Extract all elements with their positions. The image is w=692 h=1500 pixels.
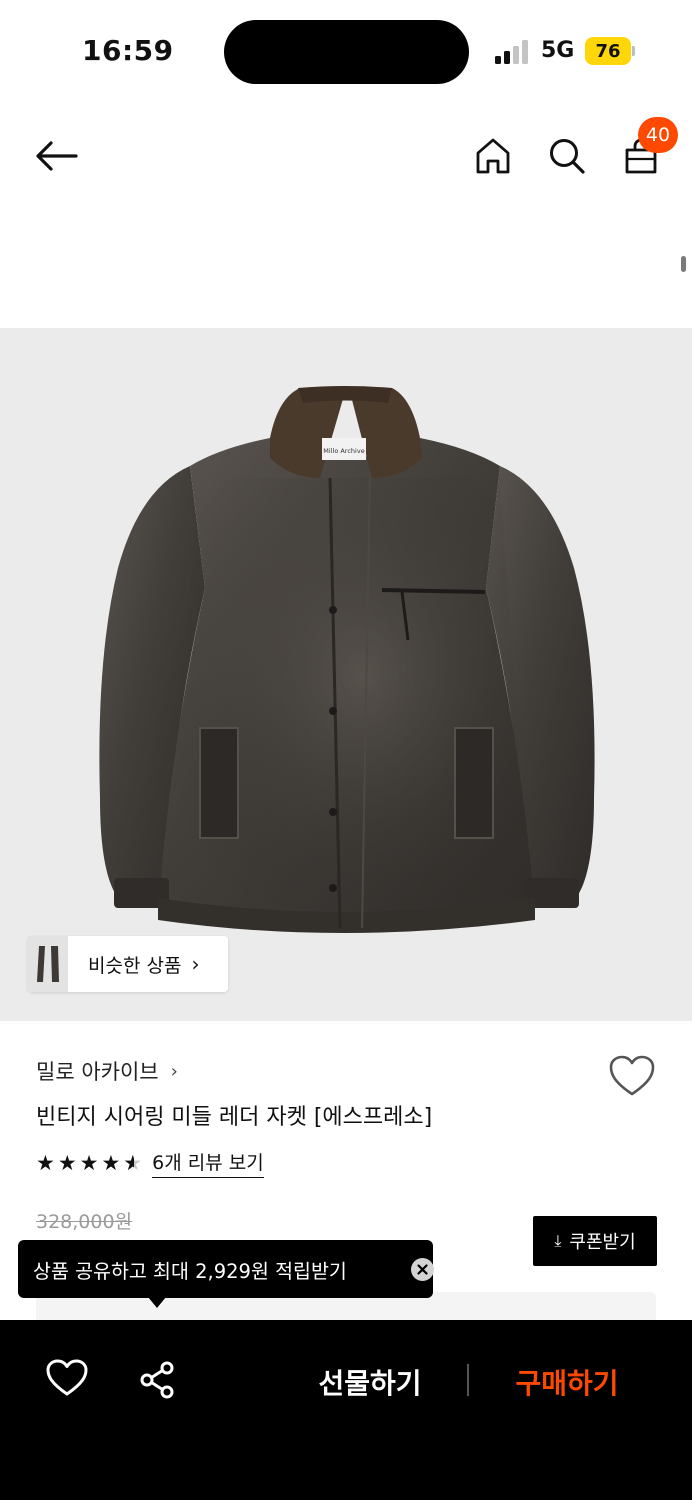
star-rating: ★ ★ ★ ★ ★ xyxy=(36,1150,142,1175)
battery-indicator: 76 xyxy=(585,37,631,65)
home-button[interactable] xyxy=(470,130,516,182)
jacket-brand-tag: Millo Archive xyxy=(323,447,364,455)
similar-products-button[interactable]: 비슷한 상품 › xyxy=(28,936,228,992)
similar-product-thumbnail xyxy=(28,936,68,992)
star-icon: ★ xyxy=(101,1150,121,1175)
bottom-action-bar: 선물하기 구매하기 xyxy=(0,1320,692,1500)
brand-link[interactable]: 밀로 아카이브 › xyxy=(36,1056,178,1086)
product-title: 빈티지 시어링 미들 레더 자켓 [에스프레소] xyxy=(36,1105,433,1130)
tooltip-arrow xyxy=(148,1297,166,1308)
jacket-image: Millo Archive xyxy=(99,386,595,933)
bottom-wishlist-button[interactable] xyxy=(45,1358,89,1402)
share-button[interactable] xyxy=(138,1360,178,1400)
tooltip-text: 상품 공유하고 최대 2,929원 적립받기 xyxy=(33,1259,347,1283)
close-icon xyxy=(417,1264,428,1275)
dynamic-island xyxy=(224,20,469,84)
back-arrow-icon xyxy=(36,141,78,171)
half-star-icon: ★ xyxy=(123,1152,142,1174)
reviews-link[interactable]: 6개 리뷰 보기 xyxy=(152,1148,264,1178)
gift-button[interactable]: 선물하기 xyxy=(300,1360,440,1404)
top-navigation xyxy=(0,110,692,200)
rating-row: ★ ★ ★ ★ ★ 6개 리뷰 보기 xyxy=(36,1148,264,1178)
status-time: 16:59 xyxy=(82,34,174,67)
battery-nub xyxy=(632,46,635,56)
jacket-thumbnail-image xyxy=(37,946,59,982)
chevron-right-icon: › xyxy=(191,952,200,976)
similar-products-label: 비슷한 상품 xyxy=(88,954,182,977)
home-icon xyxy=(476,138,510,174)
product-image[interactable]: Millo Archive xyxy=(0,328,692,1021)
heart-icon xyxy=(46,1359,88,1396)
wishlist-button[interactable] xyxy=(608,1054,656,1098)
star-icon: ★ xyxy=(79,1150,99,1175)
coupon-button-label: 쿠폰받기 xyxy=(569,1232,636,1253)
status-bar: 16:59 5G 76 xyxy=(0,0,692,100)
download-icon: ⤓ xyxy=(554,1231,562,1250)
bottom-bar-divider xyxy=(467,1364,469,1396)
signal-icon xyxy=(495,40,528,64)
star-icon: ★ xyxy=(57,1150,77,1175)
network-label: 5G xyxy=(541,38,575,63)
chevron-right-icon: › xyxy=(170,1060,178,1082)
share-reward-tooltip: 상품 공유하고 최대 2,929원 적립받기 xyxy=(18,1240,434,1298)
buy-button[interactable]: 구매하기 xyxy=(494,1360,640,1404)
cart-count-badge: 40 xyxy=(638,117,678,153)
brand-name: 밀로 아카이브 xyxy=(36,1060,159,1084)
heart-icon xyxy=(609,1055,655,1096)
share-icon xyxy=(140,1361,174,1399)
original-price: 328,000원 xyxy=(36,1211,133,1233)
tooltip-close-button[interactable] xyxy=(411,1258,434,1281)
back-button[interactable] xyxy=(30,130,82,182)
search-button[interactable] xyxy=(544,130,590,182)
star-icon: ★ xyxy=(36,1150,55,1175)
coupon-button[interactable]: ⤓ 쿠폰받기 xyxy=(533,1216,657,1266)
scroll-indicator xyxy=(681,256,686,272)
search-icon xyxy=(550,139,585,174)
